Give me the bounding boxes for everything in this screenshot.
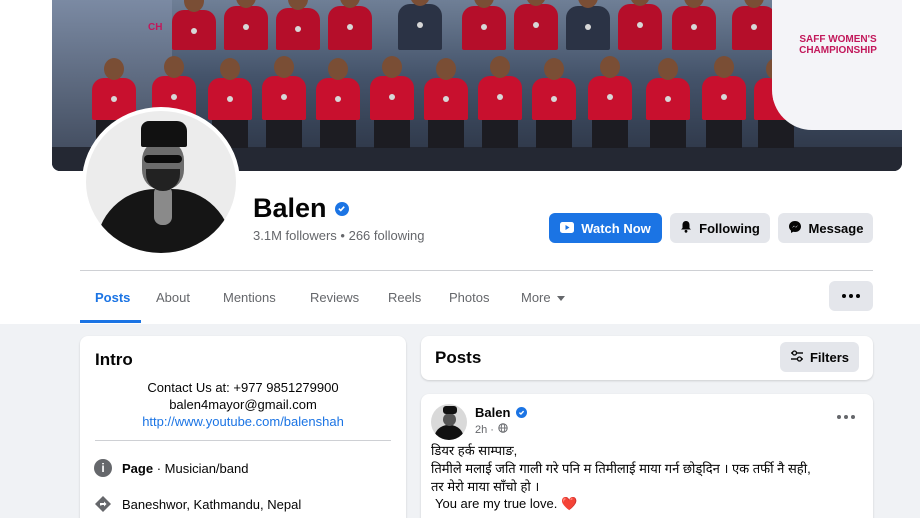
- following-button[interactable]: Following: [670, 213, 770, 243]
- intro-website-link[interactable]: http://www.youtube.com/balenshah: [80, 414, 406, 429]
- chevron-down-icon: [556, 296, 565, 302]
- tab-photos[interactable]: Photos: [449, 290, 489, 305]
- intro-location-text: Baneshwor, Kathmandu, Nepal: [122, 496, 302, 512]
- post-meta: 2h ·: [475, 423, 508, 436]
- intro-page-category: i Page · Musician/band: [94, 459, 248, 477]
- cover-player: [424, 58, 468, 148]
- message-label: Message: [808, 220, 864, 236]
- message-button[interactable]: Message: [778, 213, 873, 243]
- play-icon: [560, 221, 575, 236]
- header-divider: [80, 270, 873, 271]
- post-text-line-2: तिमीले मलाई जति गाली गरे पनि म तिमीलाई म…: [431, 461, 811, 476]
- cover-player: [276, 0, 320, 50]
- watch-now-button[interactable]: Watch Now: [549, 213, 662, 243]
- filters-button[interactable]: Filters: [780, 342, 859, 372]
- post-card: Balen 2h · डियर हर्क साम्पाङ, तिमीले मला…: [421, 394, 873, 518]
- cover-player: [646, 58, 690, 148]
- post-author-avatar[interactable]: [431, 404, 467, 440]
- verified-badge-icon: [516, 407, 528, 418]
- cover-player: [566, 0, 610, 50]
- cover-player: [328, 0, 372, 50]
- profile-name: Balen: [253, 193, 327, 223]
- profile-more-button[interactable]: [829, 281, 873, 311]
- post-options-button[interactable]: [837, 415, 855, 419]
- watch-now-label: Watch Now: [581, 220, 651, 236]
- intro-page-label: Page: [122, 460, 154, 476]
- cover-banner-text: SAFF WOMEN'S CHAMPIONSHIP: [799, 34, 877, 56]
- intro-divider: [95, 440, 391, 441]
- globe-icon: [498, 423, 508, 436]
- post-time[interactable]: 2h ·: [475, 424, 494, 436]
- bell-icon: [680, 220, 692, 236]
- post-text-line-4: You are my true love. ❤️: [435, 495, 875, 513]
- intro-email: balen4mayor@gmail.com: [169, 397, 317, 412]
- profile-avatar[interactable]: [82, 107, 240, 257]
- tab-more-label: More: [521, 290, 551, 305]
- active-tab-indicator: [80, 320, 141, 323]
- cover-banner-left-text: CH: [148, 22, 163, 33]
- cover-player: [618, 0, 662, 50]
- tab-reviews[interactable]: Reviews: [310, 290, 359, 305]
- tab-about[interactable]: About: [156, 290, 190, 305]
- messenger-icon: [788, 220, 802, 237]
- post-author[interactable]: Balen: [475, 405, 528, 420]
- cover-player: [478, 56, 522, 148]
- heart-emoji-icon: ❤️: [561, 496, 578, 511]
- intro-location: Baneshwor, Kathmandu, Nepal: [94, 495, 301, 513]
- cover-player: [262, 56, 306, 148]
- cover-player: [370, 56, 414, 148]
- cover-player: [224, 0, 268, 50]
- cover-player: [316, 58, 360, 148]
- cover-player: [672, 0, 716, 50]
- post-author-name: Balen: [475, 405, 511, 420]
- cover-player: [732, 0, 776, 50]
- more-dots-icon: [842, 294, 846, 298]
- verified-badge-icon: [334, 201, 349, 216]
- post-text-english: You are my true love.: [435, 496, 558, 511]
- cover-player: [172, 0, 216, 50]
- post-text-line-1: डियर हर्क साम्पाङ,: [431, 443, 518, 458]
- tab-mentions[interactable]: Mentions: [223, 290, 276, 305]
- cover-player: [208, 58, 252, 148]
- intro-page-category-text: · Musician/band: [153, 460, 249, 476]
- filters-label: Filters: [809, 349, 849, 365]
- more-dots-icon: [837, 415, 841, 419]
- posts-header-card: Posts Filters: [421, 336, 873, 380]
- intro-contact: Contact Us at: +977 9851279900: [147, 380, 339, 395]
- post-text-line-3: तर मेरो माया साँचो हो ।: [431, 479, 540, 494]
- intro-title: Intro: [95, 350, 133, 369]
- intro-card: Intro Contact Us at: +977 9851279900 bal…: [80, 336, 406, 518]
- profile-name-row: Balen: [253, 193, 349, 224]
- cover-player: [514, 0, 558, 50]
- following-label: Following: [699, 220, 760, 236]
- posts-title: Posts: [435, 348, 482, 367]
- tab-more[interactable]: More: [521, 290, 565, 305]
- cover-player: [702, 56, 746, 148]
- tab-reels[interactable]: Reels: [388, 290, 421, 305]
- filters-icon: [790, 349, 804, 365]
- cover-player: [532, 58, 576, 148]
- info-icon: i: [94, 459, 112, 477]
- cover-banner-right: [772, 0, 902, 130]
- cover-player: [462, 0, 506, 50]
- cover-player: [398, 0, 442, 50]
- location-pin-icon: [94, 495, 112, 513]
- tab-posts[interactable]: Posts: [95, 290, 130, 305]
- profile-stats[interactable]: 3.1M followers • 266 following: [253, 228, 424, 243]
- cover-player: [588, 56, 632, 148]
